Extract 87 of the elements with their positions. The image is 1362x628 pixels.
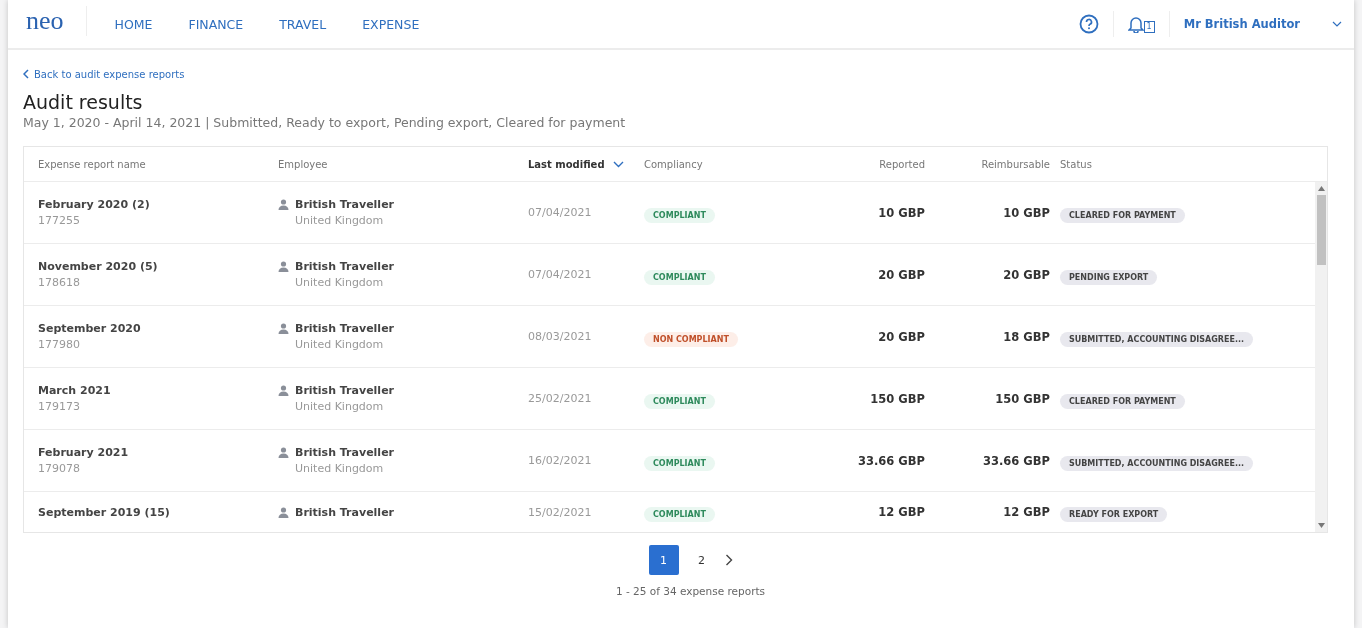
back-link[interactable]: Back to audit expense reports bbox=[23, 68, 185, 80]
employee-name: British Traveller bbox=[295, 384, 395, 397]
chevron-down-icon[interactable] bbox=[1332, 21, 1342, 27]
reimbursable-amount: 150 GBP bbox=[994, 391, 1050, 406]
status-badge: PENDING EXPORT bbox=[1060, 269, 1158, 285]
employee-name: British Traveller bbox=[295, 505, 395, 519]
person-icon bbox=[278, 261, 289, 272]
report-name[interactable]: February 2020 (2) bbox=[38, 198, 264, 211]
compliancy-badge: COMPLIANT bbox=[644, 393, 715, 409]
last-modified-date: 07/04/2021 bbox=[527, 268, 593, 281]
report-name[interactable]: September 2019 (15) bbox=[38, 505, 264, 519]
report-name[interactable]: November 2020 (5) bbox=[38, 260, 264, 273]
column-header[interactable]: Expense report name bbox=[24, 158, 264, 170]
filter-summary: May 1, 2020 - April 14, 2021 | Submitted, Ready to export, Pending export, Cleared for payment bbox=[23, 115, 627, 130]
employee-name: British Traveller bbox=[295, 198, 395, 211]
chevron-left-icon[interactable] bbox=[23, 69, 29, 79]
nav-link[interactable]: EXPENSE bbox=[362, 16, 420, 32]
status-badge: CLEARED FOR PAYMENT bbox=[1060, 393, 1185, 409]
reimbursable-amount: 20 GBP bbox=[1002, 267, 1050, 282]
bell-icon[interactable] bbox=[1127, 15, 1144, 33]
sort-chevron-down-icon[interactable] bbox=[612, 160, 624, 168]
person-icon bbox=[278, 199, 289, 210]
notification-count: 1 bbox=[1143, 21, 1155, 33]
results-count: 1 - 25 of 34 expense reports bbox=[614, 585, 767, 597]
nav-link[interactable]: HOME bbox=[114, 16, 153, 32]
employee-country: United Kingdom bbox=[294, 462, 385, 475]
column-header[interactable]: Status bbox=[1050, 158, 1327, 170]
reported-amount: 20 GBP bbox=[877, 329, 925, 344]
reported-amount: 20 GBP bbox=[877, 267, 925, 282]
reported-amount: 12 GBP bbox=[877, 505, 925, 519]
column-header[interactable]: Compliancy bbox=[630, 158, 780, 170]
last-modified-date: 15/02/2021 bbox=[527, 505, 593, 519]
employee-country: United Kingdom bbox=[294, 214, 385, 227]
next-page-icon[interactable] bbox=[724, 554, 733, 566]
user-menu[interactable]: Mr British Auditor bbox=[1183, 17, 1300, 31]
reported-amount: 150 GBP bbox=[869, 391, 925, 406]
person-icon bbox=[278, 447, 289, 458]
column-header[interactable]: Last modified bbox=[514, 158, 630, 170]
status-badge: CLEARED FOR PAYMENT bbox=[1060, 207, 1185, 223]
reported-amount: 10 GBP bbox=[877, 205, 925, 220]
employee-name: British Traveller bbox=[295, 322, 395, 335]
report-name[interactable]: September 2020 bbox=[38, 322, 264, 335]
report-id: 179078 bbox=[38, 462, 81, 475]
employee-country: United Kingdom bbox=[294, 400, 385, 413]
reimbursable-amount: 18 GBP bbox=[1002, 329, 1050, 344]
column-header[interactable]: Reimbursable bbox=[925, 158, 1050, 170]
page-button[interactable]: 2 bbox=[686, 545, 717, 575]
person-icon bbox=[278, 506, 289, 518]
page-button[interactable]: 1 bbox=[648, 545, 679, 575]
scroll-down-arrow-icon[interactable] bbox=[1317, 523, 1325, 528]
reimbursable-amount: 10 GBP bbox=[1002, 205, 1050, 220]
report-name[interactable]: March 2021 bbox=[38, 384, 264, 397]
last-modified-date: 25/02/2021 bbox=[527, 392, 593, 405]
scroll-up-arrow-icon[interactable] bbox=[1317, 186, 1325, 191]
employee-name: British Traveller bbox=[295, 260, 395, 273]
status-badge: SUBMITTED, ACCOUNTING DISAGREE... bbox=[1060, 331, 1254, 347]
compliancy-badge: COMPLIANT bbox=[644, 455, 715, 471]
reimbursable-amount: 12 GBP bbox=[1002, 505, 1050, 519]
last-modified-date: 08/03/2021 bbox=[527, 330, 593, 343]
compliancy-badge: COMPLIANT bbox=[644, 207, 715, 223]
report-id: 177980 bbox=[38, 338, 81, 351]
reimbursable-amount: 33.66 GBP bbox=[982, 453, 1050, 468]
page-title: Audit results bbox=[23, 91, 144, 113]
report-id: 179173 bbox=[38, 400, 81, 413]
person-icon bbox=[278, 323, 289, 334]
reported-amount: 33.66 GBP bbox=[857, 453, 925, 468]
employee-country: United Kingdom bbox=[294, 276, 385, 289]
report-id: 177255 bbox=[38, 214, 81, 227]
compliancy-badge: COMPLIANT bbox=[644, 269, 715, 285]
column-header[interactable]: Employee bbox=[264, 158, 514, 170]
neo-logo[interactable]: neo bbox=[26, 6, 87, 36]
person-icon bbox=[278, 385, 289, 396]
nav-link[interactable]: FINANCE bbox=[188, 16, 244, 32]
compliancy-badge: COMPLIANT bbox=[644, 507, 715, 522]
report-id: 178618 bbox=[38, 276, 81, 289]
report-name[interactable]: February 2021 bbox=[38, 446, 264, 459]
compliancy-badge: NON COMPLIANT bbox=[644, 331, 738, 347]
last-modified-date: 16/02/2021 bbox=[527, 454, 593, 467]
help-icon[interactable] bbox=[1078, 14, 1099, 34]
status-badge: SUBMITTED, ACCOUNTING DISAGREE... bbox=[1060, 455, 1254, 471]
scrollbar-thumb[interactable] bbox=[1316, 195, 1326, 265]
nav-link[interactable]: TRAVEL bbox=[279, 16, 327, 32]
employee-country: United Kingdom bbox=[294, 338, 385, 351]
last-modified-date: 07/04/2021 bbox=[527, 206, 593, 219]
status-badge: READY FOR EXPORT bbox=[1060, 507, 1168, 522]
column-header[interactable]: Reported bbox=[780, 158, 925, 170]
employee-name: British Traveller bbox=[295, 446, 395, 459]
